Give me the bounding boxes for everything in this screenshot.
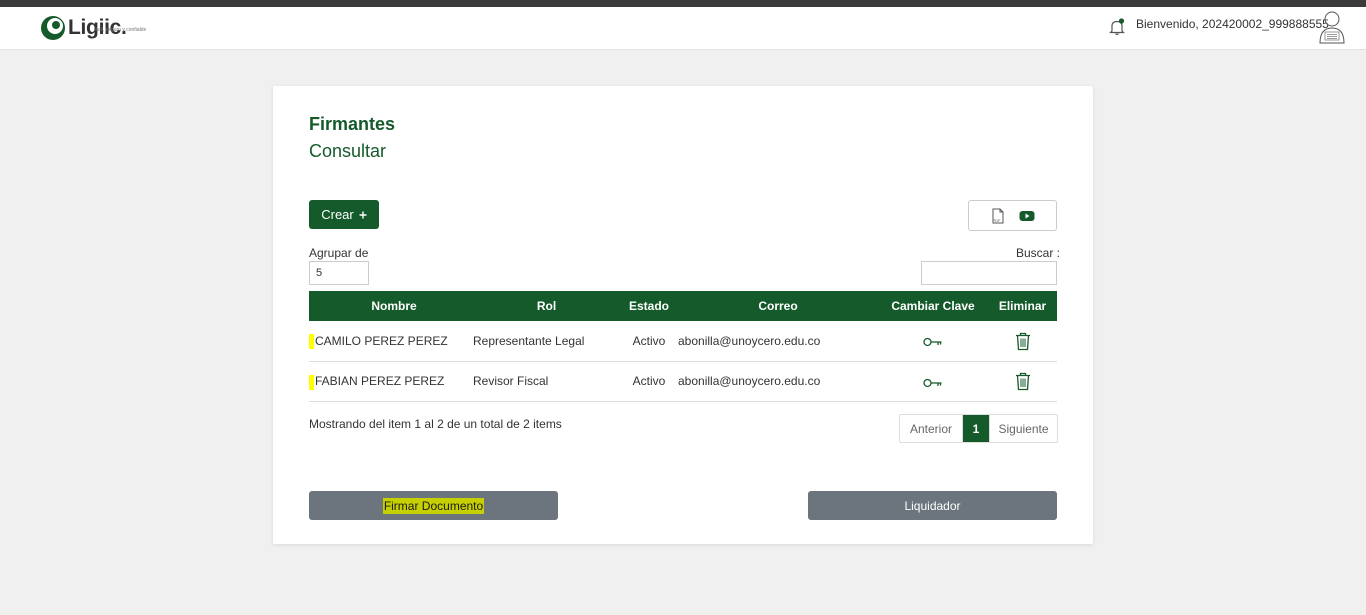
trash-icon[interactable] (1015, 372, 1031, 391)
cell-correo: abonilla@unoycero.edu.co (678, 374, 821, 388)
table-header-row: Nombre Rol Estado Correo Cambiar Clave E… (309, 291, 1057, 321)
pagination-prev[interactable]: Anterior (900, 415, 963, 442)
signers-table: Nombre Rol Estado Correo Cambiar Clave E… (309, 291, 1057, 402)
col-cambiar-clave: Cambiar Clave (891, 299, 975, 313)
trash-icon[interactable] (1015, 332, 1031, 351)
col-rol[interactable]: Rol (473, 291, 620, 321)
sign-document-button[interactable]: Firmar Documento (309, 491, 558, 520)
cell-nombre: FABIAN PEREZ PEREZ (309, 361, 473, 401)
welcome-text: Bienvenido, 202420002_999888555 (1136, 17, 1329, 31)
logo-tagline: fácil, seguro y confiable (94, 27, 147, 33)
create-button[interactable]: Crear (309, 200, 379, 229)
create-label: Crear (321, 207, 354, 222)
cell-eliminar (988, 321, 1057, 361)
cell-cambiar-clave (878, 321, 988, 361)
page-title: Firmantes (309, 114, 396, 134)
nombre-text: FABIAN PEREZ PEREZ (315, 374, 445, 388)
col-correo[interactable]: Correo (678, 291, 878, 321)
top-strip (0, 0, 1366, 7)
table-row: FABIAN PEREZ PEREZ Revisor Fiscal Activo… (309, 361, 1057, 401)
group-size-input[interactable] (309, 261, 369, 285)
pagination-info: Mostrando del item 1 al 2 de un total de… (309, 417, 562, 431)
cell-eliminar (988, 361, 1057, 401)
cell-rol: Revisor Fiscal (473, 374, 549, 388)
cell-correo: abonilla@unoycero.edu.co (678, 333, 821, 348)
pagination-next[interactable]: Siguiente (989, 415, 1057, 442)
cell-rol: Representante Legal (473, 333, 585, 348)
avatar-icon[interactable] (1318, 10, 1346, 44)
signers-card: Firmantes Consultar Crear PDF Agrupar de… (273, 86, 1093, 544)
plus-icon (359, 211, 367, 218)
highlight-marker (309, 334, 314, 349)
nombre-text: CAMILO PEREZ PEREZ (315, 333, 448, 348)
cell-cambiar-clave (878, 361, 988, 401)
liquidator-button[interactable]: Liquidador (808, 491, 1057, 520)
search-label: Buscar : (1016, 246, 1061, 260)
key-icon[interactable] (923, 378, 943, 388)
search-input[interactable] (921, 261, 1057, 285)
table-row: CAMILO PEREZ PEREZ Representante Legal A… (309, 321, 1057, 361)
app-header: Ligiic. fácil, seguro y confiable Bienve… (0, 7, 1366, 50)
cell-nombre: CAMILO PEREZ PEREZ (309, 321, 473, 361)
pagination: Anterior 1 Siguiente (899, 414, 1058, 443)
svg-text:PDF: PDF (992, 218, 1001, 223)
logo-icon (41, 16, 65, 40)
key-icon[interactable] (923, 337, 943, 347)
col-nombre[interactable]: Nombre (309, 291, 473, 321)
sign-document-label: Firmar Documento (382, 497, 485, 514)
export-toolbar: PDF (968, 200, 1057, 231)
cell-estado: Activo (632, 374, 666, 388)
pagination-page-current[interactable]: 1 (963, 415, 989, 442)
highlight-marker (309, 374, 314, 390)
youtube-icon[interactable] (1019, 210, 1035, 222)
cell-estado: Activo (632, 333, 666, 348)
col-estado[interactable]: Estado (620, 291, 678, 321)
group-label: Agrupar de (309, 246, 369, 260)
pdf-icon[interactable]: PDF (991, 208, 1005, 224)
bell-icon[interactable] (1109, 18, 1125, 36)
col-eliminar: Eliminar (998, 299, 1047, 313)
page-subtitle: Consultar (309, 141, 387, 161)
